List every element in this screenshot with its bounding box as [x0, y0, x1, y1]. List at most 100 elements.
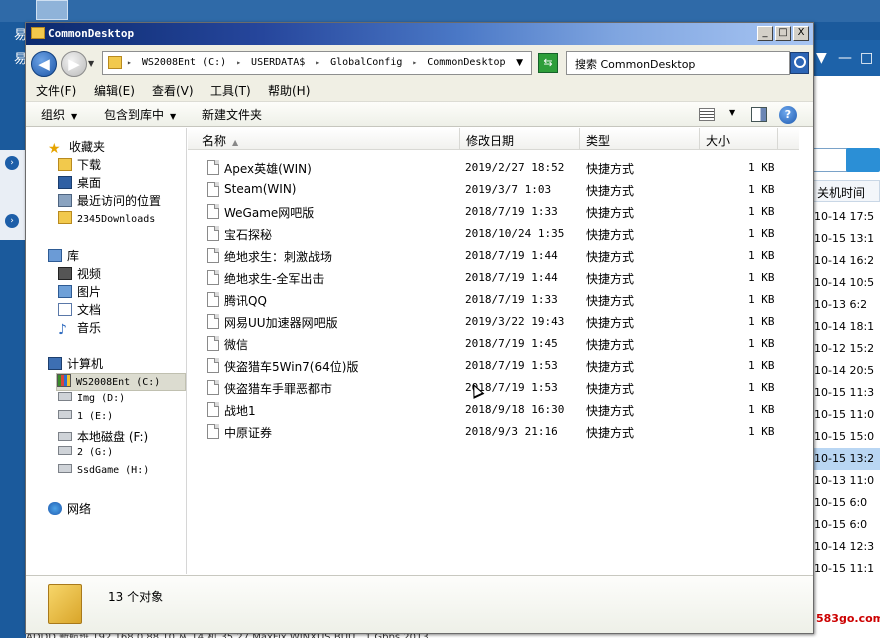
file-row[interactable]: 中原证券 2018/9/3 21:16 快捷方式 1 KB — [188, 421, 813, 443]
column-header-type[interactable]: 类型 — [580, 128, 700, 150]
file-row[interactable]: 绝地求生-全军出击 2018/7/19 1:44 快捷方式 1 KB — [188, 267, 813, 289]
file-row[interactable]: 绝地求生：刺激战场 2018/7/19 1:44 快捷方式 1 KB — [188, 245, 813, 267]
chevron-down-icon[interactable]: ▼ — [729, 108, 735, 117]
file-size: 1 KB — [748, 359, 775, 372]
nav-network[interactable]: 网络 — [48, 500, 91, 518]
expand-icon[interactable]: › — [5, 214, 19, 228]
column-header-name[interactable]: 名称 ▲ — [196, 128, 460, 150]
file-row[interactable]: Steam(WIN) 2019/3/7 1:03 快捷方式 1 KB — [188, 179, 813, 201]
nav-item-downloads[interactable]: 下载 — [58, 156, 101, 174]
organize-button[interactable]: 组织 ▼ — [41, 106, 77, 123]
maximize-icon[interactable]: □ — [860, 50, 873, 66]
maximize-button[interactable]: □ — [775, 26, 791, 41]
change-view-icon[interactable] — [699, 108, 715, 121]
background-table-cell: 10-12 15:2 — [814, 342, 875, 355]
new-folder-button[interactable]: 新建文件夹 — [202, 106, 262, 123]
chevron-down-icon[interactable]: ▼ — [816, 50, 827, 66]
file-row[interactable]: Apex英雄(WIN) 2019/2/27 18:52 快捷方式 1 KB — [188, 157, 813, 179]
file-name: 绝地求生：刺激战场 — [224, 250, 333, 264]
file-row[interactable]: 微信 2018/7/19 1:45 快捷方式 1 KB — [188, 333, 813, 355]
file-row[interactable]: 侠盗猎车手罪恶都市 2018/7/19 1:53 快捷方式 1 KB — [188, 377, 813, 399]
menu-view[interactable]: 查看(V) — [152, 82, 194, 99]
minimize-button[interactable]: _ — [757, 26, 773, 41]
menu-help[interactable]: 帮助(H) — [268, 82, 310, 99]
nav-item-recent[interactable]: 最近访问的位置 — [58, 192, 161, 210]
shortcut-file-icon — [207, 292, 219, 307]
windows-drive-icon — [57, 374, 71, 387]
expand-icon[interactable]: › — [5, 156, 19, 170]
breadcrumb-item[interactable]: WS2008Ent (C:) — [142, 57, 226, 68]
file-size: 1 KB — [748, 205, 775, 218]
minimize-icon[interactable]: — — [838, 50, 852, 66]
nav-item-music[interactable]: ♪ 音乐 — [58, 319, 101, 338]
menu-tools[interactable]: 工具(T) — [210, 82, 251, 99]
nav-item-desktop[interactable]: 桌面 — [58, 174, 101, 192]
nav-drive-h[interactable]: SsdGame (H:) — [58, 464, 149, 482]
menu-file[interactable]: 文件(F) — [36, 82, 76, 99]
column-header-shutdown-time[interactable]: 关机时间 — [812, 180, 880, 202]
file-row[interactable]: 侠盗猎车5Win7(64位)版 2018/7/19 1:53 快捷方式 1 KB — [188, 355, 813, 377]
back-button[interactable]: ◀ — [31, 51, 57, 77]
breadcrumb-item[interactable]: USERDATA$ — [251, 57, 305, 68]
file-modified-date: 2018/7/19 1:53 — [465, 359, 558, 372]
nav-drive-c[interactable]: WS2008Ent (C:) — [56, 373, 186, 391]
background-table-cell: 10-14 17:5 — [814, 210, 875, 223]
file-row[interactable]: 宝石探秘 2018/10/24 1:35 快捷方式 1 KB — [188, 223, 813, 245]
file-modified-date: 2018/10/24 1:35 — [465, 227, 565, 240]
include-in-library-button[interactable]: 包含到库中 ▼ — [104, 106, 176, 123]
music-icon: ♪ — [58, 322, 67, 338]
file-row[interactable]: 网易UU加速器网吧版 2019/3/22 19:43 快捷方式 1 KB — [188, 311, 813, 333]
background-search-input[interactable] — [812, 148, 848, 172]
recent-pages-dropdown[interactable]: ▼ — [88, 59, 94, 68]
explorer-window: CommonDesktop _ □ X ◀ ▶ ▼ ▸ WS2008Ent (C… — [25, 22, 814, 634]
refresh-button[interactable]: ⇆ — [538, 53, 558, 73]
menu-bar: 文件(F) 编辑(E) 查看(V) 工具(T) 帮助(H) — [26, 81, 813, 101]
nav-item-2345downloads[interactable]: 2345Downloads — [58, 211, 155, 229]
nav-drive-g[interactable]: 2 (G:) — [58, 446, 113, 464]
file-row[interactable]: 腾讯QQ 2018/7/19 1:33 快捷方式 1 KB — [188, 289, 813, 311]
drive-icon — [58, 392, 72, 401]
menu-edit[interactable]: 编辑(E) — [94, 82, 135, 99]
nav-drive-d[interactable]: Img (D:) — [58, 392, 125, 410]
nav-drive-e[interactable]: 1 (E:) — [58, 410, 113, 428]
nav-favorites[interactable]: ★ 收藏夹 — [48, 138, 105, 157]
close-button[interactable]: X — [793, 26, 809, 41]
search-input[interactable]: 搜索 CommonDesktop — [566, 51, 790, 75]
forward-button[interactable]: ▶ — [61, 51, 87, 77]
file-row[interactable]: 战地1 2018/9/18 16:30 快捷方式 1 KB — [188, 399, 813, 421]
nav-drive-f[interactable]: 本地磁盘 (F:) — [58, 428, 148, 446]
background-table-cell: 10-15 11:3 — [814, 386, 875, 399]
file-type: 快捷方式 — [586, 382, 635, 396]
help-icon[interactable]: ? — [779, 106, 797, 124]
nav-computer[interactable]: 计算机 — [48, 355, 103, 373]
nav-item-videos[interactable]: 视频 — [58, 265, 101, 283]
nav-item-documents[interactable]: 文档 — [58, 301, 101, 319]
window-titlebar[interactable]: CommonDesktop _ □ X — [26, 23, 813, 45]
file-modified-date: 2018/7/19 1:44 — [465, 249, 558, 262]
preview-pane-icon[interactable] — [751, 107, 767, 122]
list-scrollbar[interactable] — [799, 128, 813, 574]
details-pane: 13 个对象 — [26, 575, 813, 633]
address-history-dropdown[interactable]: ▼ — [516, 58, 523, 68]
breadcrumb: ▸ WS2008Ent (C:) ▸ USERDATA$ ▸ GlobalCon… — [127, 57, 506, 68]
desktop-shortcut-icon[interactable] — [36, 0, 68, 20]
breadcrumb-item[interactable]: GlobalConfig — [330, 57, 402, 68]
file-row[interactable]: WeGame网吧版 2018/7/19 1:33 快捷方式 1 KB — [188, 201, 813, 223]
column-header-modified[interactable]: 修改日期 — [460, 128, 580, 150]
file-modified-date: 2018/7/19 1:45 — [465, 337, 558, 350]
shortcut-file-icon — [207, 226, 219, 241]
background-table-cell: 10-15 13:1 — [814, 232, 875, 245]
folder-icon — [58, 211, 72, 224]
breadcrumb-item[interactable]: CommonDesktop — [427, 57, 505, 68]
file-size: 1 KB — [748, 161, 775, 174]
background-taskbar-strip — [0, 0, 880, 22]
search-icon[interactable] — [790, 52, 809, 74]
shortcut-file-icon — [207, 380, 219, 395]
nav-item-pictures[interactable]: 图片 — [58, 283, 101, 301]
nav-libraries[interactable]: 库 — [48, 247, 79, 265]
address-field[interactable]: ▸ WS2008Ent (C:) ▸ USERDATA$ ▸ GlobalCon… — [102, 51, 532, 75]
background-table-cell: 10-14 20:5 — [814, 364, 875, 377]
file-size: 1 KB — [748, 293, 775, 306]
search-icon[interactable] — [846, 148, 880, 172]
column-header-size[interactable]: 大小 — [700, 128, 778, 150]
